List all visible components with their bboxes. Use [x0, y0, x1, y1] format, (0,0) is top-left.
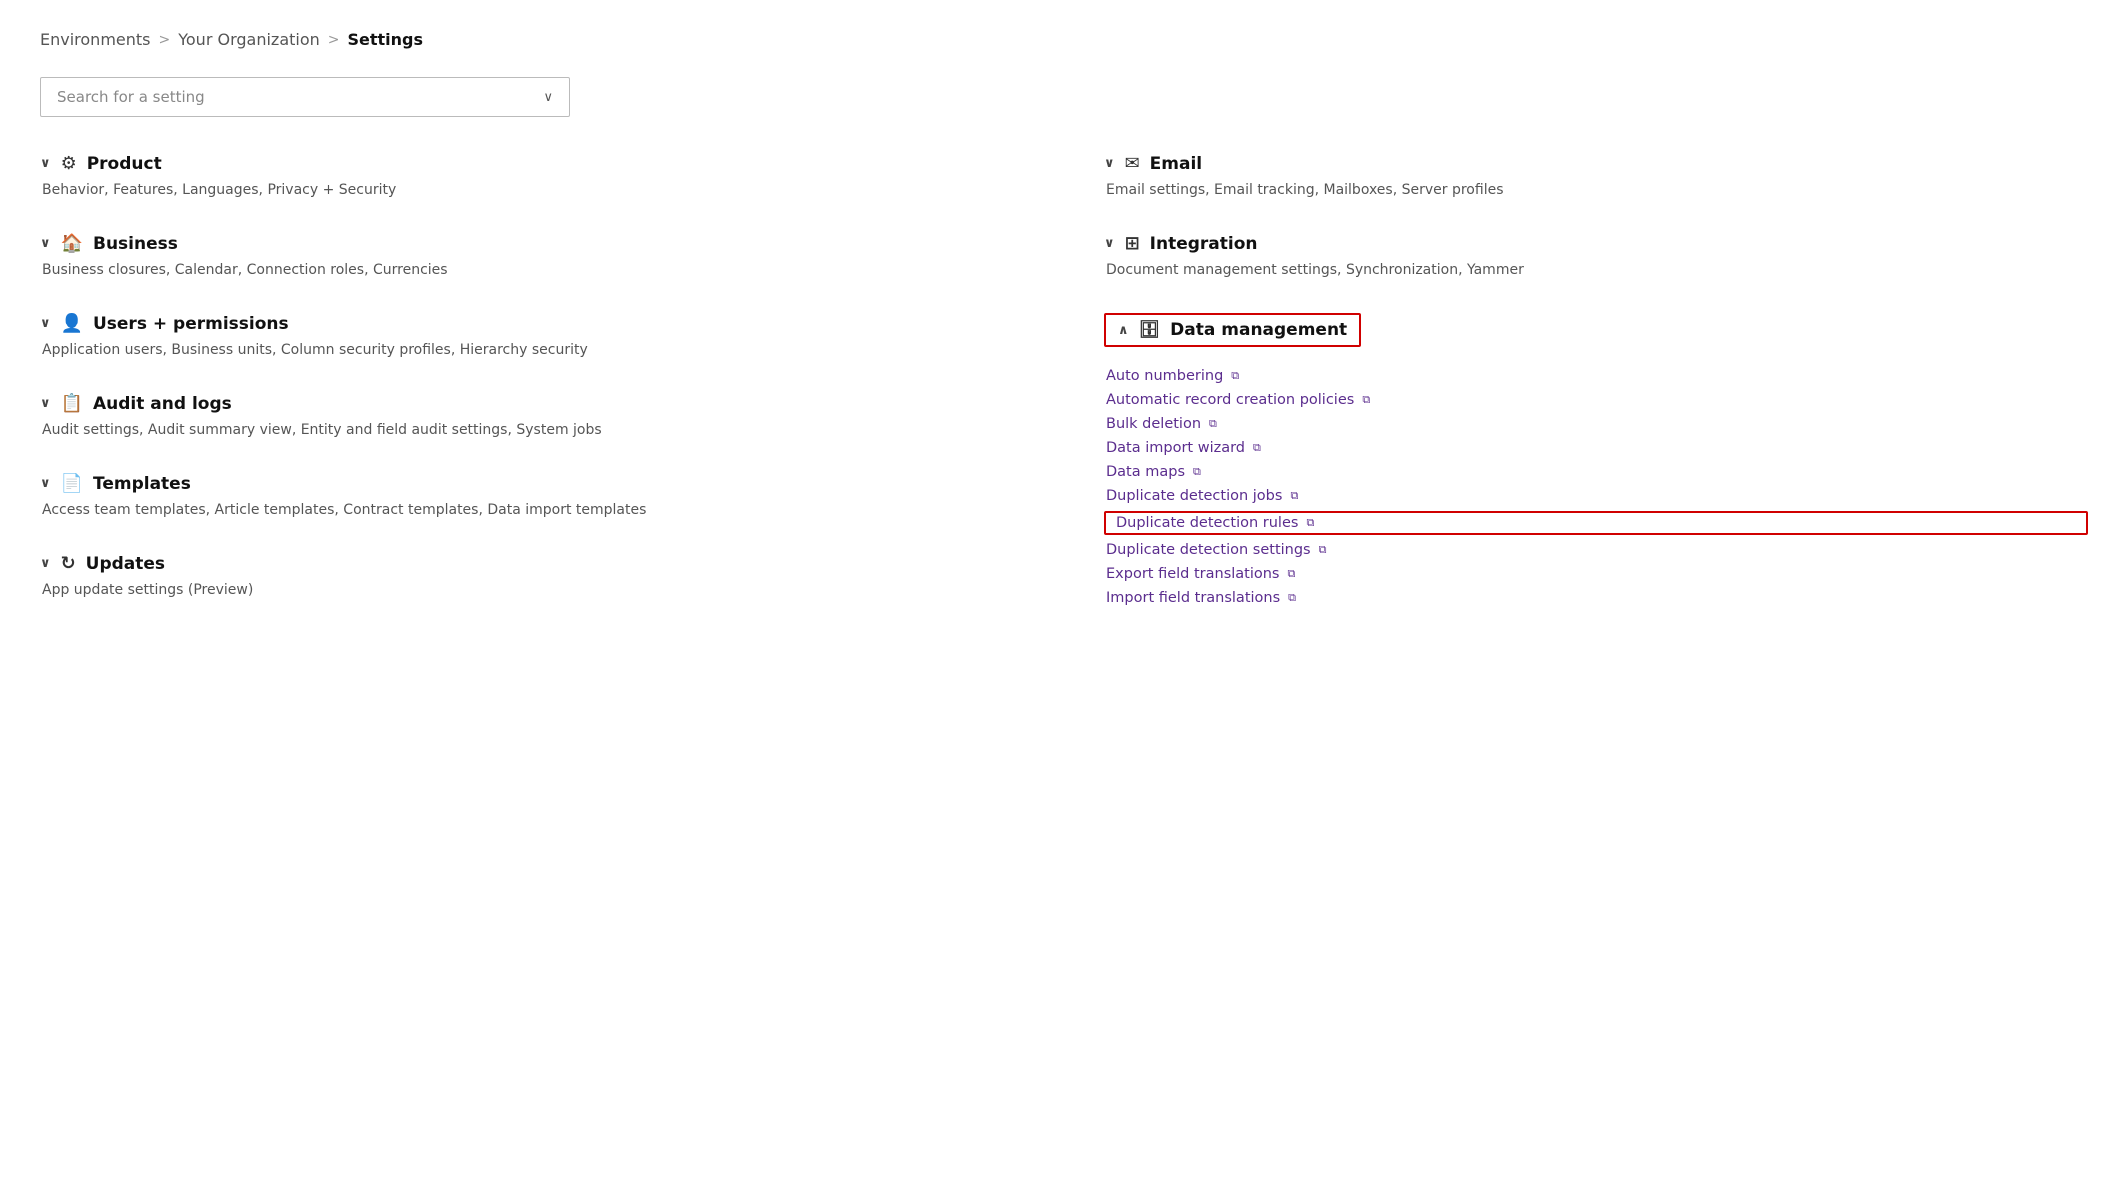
section-audit-logs: ∨ 📋 Audit and logs Audit settings, Audit… — [40, 393, 1024, 441]
integration-label[interactable]: Integration — [1150, 234, 1258, 254]
external-link-icon: ⧉ — [1288, 567, 1296, 581]
external-link-icon: ⧉ — [1319, 543, 1327, 557]
link-export-field-translations[interactable]: Export field translations ⧉ — [1104, 563, 2088, 585]
audit-icon: 📋 — [61, 393, 83, 414]
link-dup-detection-jobs[interactable]: Duplicate detection jobs ⧉ — [1104, 485, 2088, 507]
business-icon: 🏠 — [61, 233, 83, 254]
data-management-items: Auto numbering ⧉ Automatic record creati… — [1104, 365, 2088, 609]
email-label[interactable]: Email — [1150, 154, 1202, 174]
link-bulk-deletion[interactable]: Bulk deletion ⧉ — [1104, 413, 2088, 435]
link-import-field-translations[interactable]: Import field translations ⧉ — [1104, 587, 2088, 609]
breadcrumb-sep2: > — [328, 32, 340, 48]
external-link-icon: ⧉ — [1231, 369, 1239, 383]
link-auto-numbering[interactable]: Auto numbering ⧉ — [1104, 365, 2088, 387]
section-updates: ∨ ↻ Updates App update settings (Preview… — [40, 553, 1024, 601]
link-data-maps[interactable]: Data maps ⧉ — [1104, 461, 2088, 483]
link-dup-detection-settings[interactable]: Duplicate detection settings ⧉ — [1104, 539, 2088, 561]
search-placeholder: Search for a setting — [57, 88, 205, 106]
breadcrumb: Environments > Your Organization > Setti… — [40, 30, 2088, 49]
external-link-icon: ⧉ — [1306, 516, 1314, 530]
section-business: ∨ 🏠 Business Business closures, Calendar… — [40, 233, 1024, 281]
chevron-down-icon: ∨ — [40, 156, 51, 171]
external-link-icon: ⧉ — [1193, 465, 1201, 479]
chevron-down-icon: ∨ — [40, 316, 51, 331]
email-desc: Email settings, Email tracking, Mailboxe… — [1106, 180, 2088, 201]
link-data-import-wizard[interactable]: Data import wizard ⧉ — [1104, 437, 2088, 459]
link-dup-detection-rules[interactable]: Duplicate detection rules — [1116, 515, 1298, 531]
chevron-down-icon: ∨ — [40, 556, 51, 571]
users-icon: 👤 — [61, 313, 83, 334]
business-label[interactable]: Business — [93, 234, 178, 254]
updates-desc: App update settings (Preview) — [42, 580, 1024, 601]
section-templates: ∨ 📄 Templates Access team templates, Art… — [40, 473, 1024, 521]
chevron-down-icon: ∨ — [40, 236, 51, 251]
breadcrumb-sep1: > — [159, 32, 171, 48]
chevron-down-icon: ∨ — [543, 90, 553, 105]
audit-logs-desc: Audit settings, Audit summary view, Enti… — [42, 420, 1024, 441]
product-label[interactable]: Product — [87, 154, 162, 174]
external-link-icon: ⧉ — [1290, 489, 1298, 503]
external-link-icon: ⧉ — [1362, 393, 1370, 407]
external-link-icon: ⧉ — [1288, 591, 1296, 605]
email-icon: ✉ — [1125, 153, 1140, 174]
section-data-management: ∧ 🗄 Data management Auto numbering ⧉ Aut… — [1104, 313, 2088, 609]
data-management-icon: 🗄 — [1139, 320, 1161, 340]
integration-icon: ⊞ — [1125, 233, 1140, 254]
section-integration: ∨ ⊞ Integration Document management sett… — [1104, 233, 2088, 281]
breadcrumb-current: Settings — [348, 30, 424, 49]
chevron-down-icon: ∨ — [1104, 156, 1115, 171]
section-users-permissions: ∨ 👤 Users + permissions Application user… — [40, 313, 1024, 361]
link-auto-record-creation[interactable]: Automatic record creation policies ⧉ — [1104, 389, 2088, 411]
chevron-up-icon: ∧ — [1118, 323, 1129, 338]
external-link-icon: ⧉ — [1253, 441, 1261, 455]
chevron-down-icon: ∨ — [40, 396, 51, 411]
main-layout: ∨ ⚙ Product Behavior, Features, Language… — [40, 153, 2088, 641]
business-desc: Business closures, Calendar, Connection … — [42, 260, 1024, 281]
templates-desc: Access team templates, Article templates… — [42, 500, 1024, 521]
search-bar[interactable]: Search for a setting ∨ — [40, 77, 570, 117]
right-column: ∨ ✉ Email Email settings, Email tracking… — [1104, 153, 2088, 641]
chevron-down-icon: ∨ — [1104, 236, 1115, 251]
data-management-label[interactable]: Data management — [1170, 320, 1347, 340]
users-permissions-desc: Application users, Business units, Colum… — [42, 340, 1024, 361]
product-desc: Behavior, Features, Languages, Privacy +… — [42, 180, 1024, 201]
breadcrumb-environments[interactable]: Environments — [40, 30, 151, 49]
chevron-down-icon: ∨ — [40, 476, 51, 491]
updates-icon: ↻ — [61, 553, 76, 574]
section-email: ∨ ✉ Email Email settings, Email tracking… — [1104, 153, 2088, 201]
integration-desc: Document management settings, Synchroniz… — [1106, 260, 2088, 281]
users-permissions-label[interactable]: Users + permissions — [93, 314, 289, 334]
left-column: ∨ ⚙ Product Behavior, Features, Language… — [40, 153, 1024, 641]
product-icon: ⚙ — [61, 153, 77, 174]
templates-icon: 📄 — [61, 473, 83, 494]
updates-label[interactable]: Updates — [86, 554, 165, 574]
templates-label[interactable]: Templates — [93, 474, 191, 494]
breadcrumb-org[interactable]: Your Organization — [178, 30, 320, 49]
section-product: ∨ ⚙ Product Behavior, Features, Language… — [40, 153, 1024, 201]
external-link-icon: ⧉ — [1209, 417, 1217, 431]
audit-logs-label[interactable]: Audit and logs — [93, 394, 232, 414]
